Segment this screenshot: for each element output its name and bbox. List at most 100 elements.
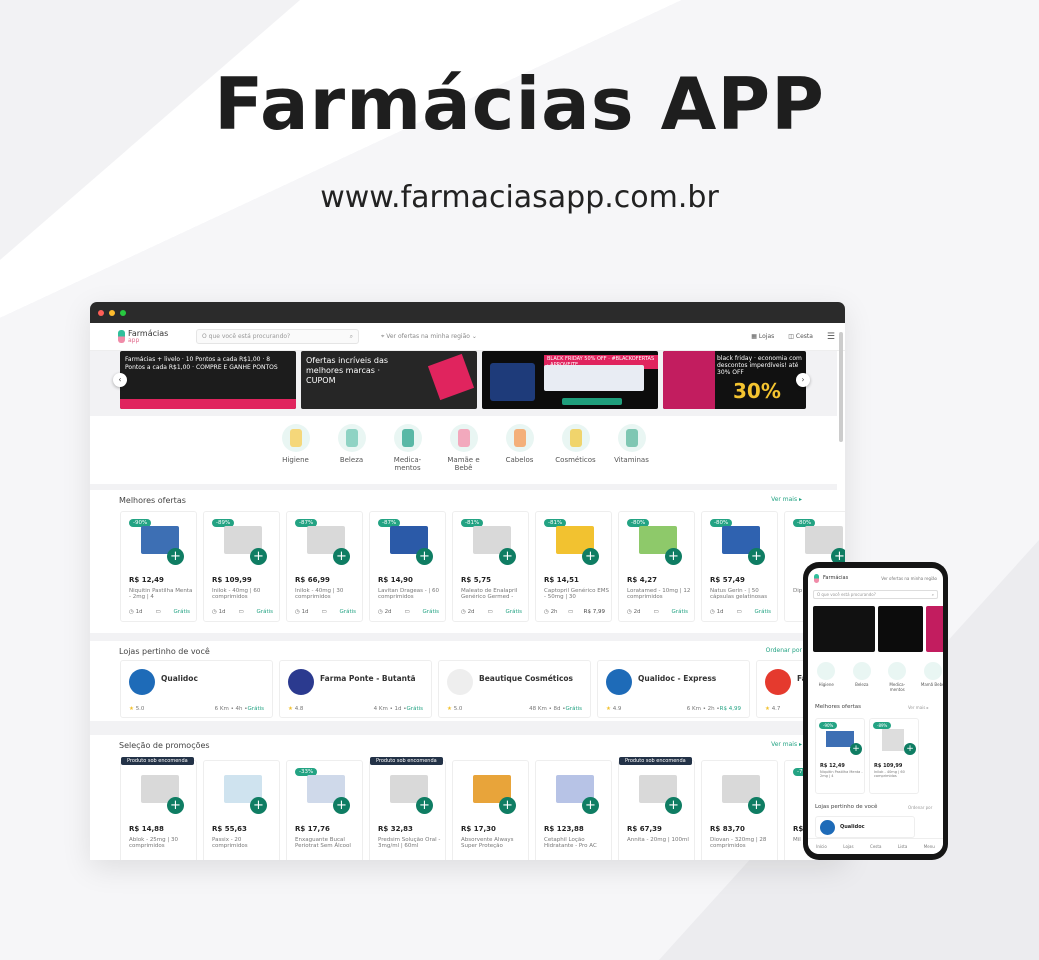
phone-product-card[interactable]: -90% + R$ 12,49 Niquitin Pastilha Menta … bbox=[815, 718, 865, 794]
see-more-link[interactable]: Ver mais ▸ bbox=[771, 496, 802, 505]
banner-30-off[interactable]: black friday · economia com descontos im… bbox=[663, 351, 806, 409]
category-item[interactable]: Cabelos bbox=[499, 424, 541, 484]
maximize-dot[interactable] bbox=[120, 309, 126, 316]
product-card[interactable]: -80% + R$ 57,49 Natus Gerin - | 50 cápsulas… bbox=[701, 511, 778, 622]
product-card[interactable]: -81% + R$ 14,51 Captopril Genérico EMS - 50… bbox=[535, 511, 612, 622]
phone-tab-4[interactable]: Menu bbox=[924, 844, 935, 849]
phone-banner-1[interactable] bbox=[813, 606, 875, 652]
category-label: Higiene bbox=[818, 682, 834, 687]
category-item[interactable]: Medica-mentos bbox=[387, 424, 429, 484]
category-icon bbox=[923, 662, 942, 680]
product-card[interactable]: + R$ 123,88 Cetaphil Loção Hidratante - Pr… bbox=[535, 760, 612, 860]
cart-icon: ▭ bbox=[321, 609, 327, 615]
product-card[interactable]: -80% + R$ 4,27 Loratamed - 10mg | 12 compri… bbox=[618, 511, 695, 622]
delivery-time: ◷ 1d bbox=[129, 609, 143, 615]
product-card[interactable]: -33% + R$ 17,76 Enxaguante Bucal Periotrat … bbox=[286, 760, 363, 860]
add-to-cart-button[interactable]: + bbox=[748, 548, 765, 565]
category-item[interactable]: Vitaminas bbox=[611, 424, 653, 484]
add-to-cart-button[interactable]: + bbox=[582, 797, 599, 814]
add-button[interactable]: + bbox=[904, 743, 916, 755]
product-card[interactable]: + R$ 83,70 Diovan - 320mg | 28 comprimidos bbox=[701, 760, 778, 860]
phone-banner-3[interactable] bbox=[926, 606, 943, 652]
add-to-cart-button[interactable]: + bbox=[250, 548, 267, 565]
add-to-cart-button[interactable]: + bbox=[333, 797, 350, 814]
scrollbar[interactable] bbox=[839, 332, 843, 442]
region-selector[interactable]: ⌖ Ver ofertas na minha região ⌄ bbox=[381, 333, 477, 341]
stores-link[interactable]: ▦ Lojas bbox=[751, 333, 774, 340]
store-name: Qualidoc bbox=[840, 824, 865, 830]
close-dot[interactable] bbox=[98, 309, 104, 316]
product-card[interactable]: -90% + R$ 12,49 Niquitin Pastilha Menta - 2… bbox=[120, 511, 197, 622]
category-item[interactable]: Beleza bbox=[331, 424, 373, 484]
category-item[interactable]: Mamãe e Bebê bbox=[443, 424, 485, 484]
phone-tab-3[interactable]: Lista bbox=[898, 844, 907, 849]
phone-tab-1[interactable]: Lojas bbox=[843, 844, 853, 849]
add-to-cart-button[interactable]: + bbox=[582, 548, 599, 565]
store-card[interactable]: Qualidoc ★ 5.0 6 Km • 4h •Grátis bbox=[120, 660, 273, 718]
category-label: Higiene bbox=[282, 456, 309, 464]
phone-search-input[interactable]: O que você está procurando? ⌕ bbox=[813, 590, 938, 599]
add-to-cart-button[interactable]: + bbox=[333, 548, 350, 565]
menu-icon[interactable]: ☰ bbox=[827, 332, 835, 342]
store-card[interactable]: Farma Ponte - Butantã ★ 4.8 4 Km • 1d •Grá… bbox=[279, 660, 432, 718]
phone-category-item[interactable]: Higiene bbox=[813, 662, 840, 692]
carousel-prev-button[interactable]: ‹ bbox=[113, 373, 127, 387]
store-card[interactable]: Beautique Cosméticos ★ 5.0 48 Km • 8d •Grá… bbox=[438, 660, 591, 718]
product-price: R$ 109,99 bbox=[212, 576, 252, 584]
phone-see-more[interactable]: Ver mais ▸ bbox=[908, 705, 929, 710]
banner-black-friday[interactable]: BLACK FRIDAY 50% OFF · #BLACKOFERTAS · A… bbox=[482, 351, 658, 409]
product-card[interactable]: Produto sob encomenda + R$ 14,88 Ablok - 25… bbox=[120, 757, 197, 860]
add-to-cart-button[interactable]: + bbox=[167, 548, 184, 565]
phone-banner[interactable] bbox=[813, 606, 943, 652]
phone-category-item[interactable]: Beleza bbox=[849, 662, 876, 692]
add-to-cart-button[interactable]: + bbox=[665, 548, 682, 565]
category-item[interactable]: Cosméticos bbox=[555, 424, 597, 484]
phone-tab-2[interactable]: Cesta bbox=[870, 844, 881, 849]
category-icon bbox=[817, 662, 836, 680]
product-card[interactable]: + R$ 55,63 Passix - 20 comprimidos bbox=[203, 760, 280, 860]
phone-product-card[interactable]: -89% + R$ 109,99 Inilok - 40mg | 60 comp… bbox=[869, 718, 919, 794]
star-icon: ★ bbox=[606, 706, 613, 712]
search-input[interactable]: O que você está procurando? ⌕ bbox=[196, 329, 359, 344]
add-to-cart-button[interactable]: + bbox=[499, 548, 516, 565]
product-card[interactable]: -87% + R$ 66,99 Inilok - 40mg | 30 comprimi… bbox=[286, 511, 363, 622]
add-to-cart-button[interactable]: + bbox=[748, 797, 765, 814]
add-to-cart-button[interactable]: + bbox=[250, 797, 267, 814]
category-item[interactable]: Higiene bbox=[275, 424, 317, 484]
phone-region[interactable]: Ver ofertas na minha região bbox=[881, 576, 937, 581]
banner-carousel[interactable]: Farmácias + livelo · 10 Pontos a cada R$… bbox=[120, 351, 806, 409]
phone-banner-2[interactable] bbox=[878, 606, 923, 652]
search-icon[interactable]: ⌕ bbox=[932, 592, 934, 597]
phone-category-item[interactable]: Medica-mentos bbox=[884, 662, 911, 692]
add-to-cart-button[interactable]: + bbox=[416, 548, 433, 565]
product-card[interactable]: -87% + R$ 14,90 Lavitan Drageas - | 60 comp… bbox=[369, 511, 446, 622]
order-tag: Produto sob encomenda bbox=[619, 757, 692, 765]
product-card[interactable]: Produto sob encomenda + R$ 32,83 Predsim So… bbox=[369, 757, 446, 860]
add-button[interactable]: + bbox=[850, 743, 862, 755]
banner-brands[interactable]: Ofertas incríveis das melhores marcas · … bbox=[301, 351, 477, 409]
phone-store-card[interactable]: Qualidoc bbox=[815, 816, 915, 838]
banner-livelo[interactable]: Farmácias + livelo · 10 Pontos a cada R$… bbox=[120, 351, 296, 409]
phone-category-item[interactable]: Mamã Bebê bbox=[920, 662, 943, 692]
phone-tab-0[interactable]: Início bbox=[816, 844, 827, 849]
delivery-time: ◷ 2d bbox=[378, 609, 392, 615]
search-icon[interactable]: ⌕ bbox=[350, 333, 353, 341]
add-to-cart-button[interactable]: + bbox=[416, 797, 433, 814]
product-card[interactable]: -89% + R$ 109,99 Inilok - 40mg | 60 comprim… bbox=[203, 511, 280, 622]
site-logo[interactable]: Farmácias app bbox=[118, 329, 196, 344]
store-logo bbox=[765, 669, 791, 695]
cart-link[interactable]: ◫ Cesta bbox=[788, 333, 813, 340]
minimize-dot[interactable] bbox=[109, 309, 115, 316]
product-card[interactable]: -81% + R$ 5,75 Maleato de Enalapril Genéric… bbox=[452, 511, 529, 622]
sort-link[interactable]: Ordenar por bbox=[766, 647, 802, 656]
store-card[interactable]: Qualidoc - Express ★ 4.9 6 Km • 2h •R$ 4,9… bbox=[597, 660, 750, 718]
phone-sort-link[interactable]: Ordenar por bbox=[908, 805, 932, 810]
add-to-cart-button[interactable]: + bbox=[665, 797, 682, 814]
product-card[interactable]: + R$ 17,30 Absorvente Always Super Proteçã… bbox=[452, 760, 529, 860]
add-to-cart-button[interactable]: + bbox=[499, 797, 516, 814]
product-card[interactable]: Produto sob encomenda + R$ 67,39 Annita - 2… bbox=[618, 757, 695, 860]
add-to-cart-button[interactable]: + bbox=[167, 797, 184, 814]
carousel-next-button[interactable]: › bbox=[796, 373, 810, 387]
see-more-link[interactable]: Ver mais ▸ bbox=[771, 741, 802, 750]
category-label: Cosméticos bbox=[555, 456, 596, 464]
